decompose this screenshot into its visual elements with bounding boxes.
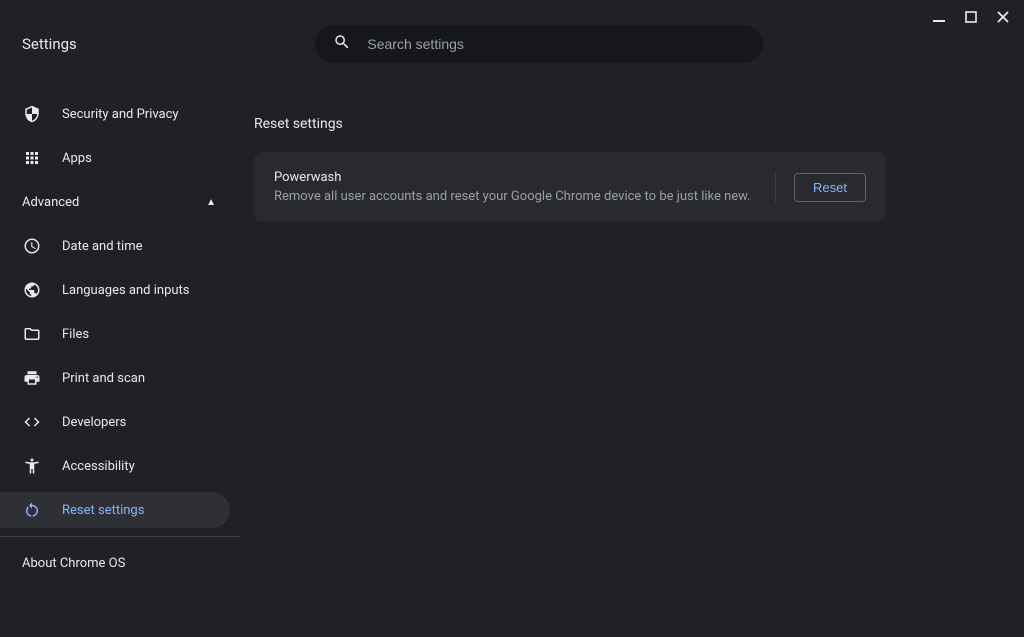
sidebar-item-label: Languages and inputs <box>62 283 190 298</box>
card-title: Powerwash <box>274 170 757 185</box>
sidebar-item-label: Accessibility <box>62 459 135 474</box>
card-description: Remove all user accounts and reset your … <box>274 189 757 204</box>
folder-icon <box>22 324 42 344</box>
search-input[interactable] <box>367 36 745 52</box>
window-controls <box>930 8 1012 26</box>
sidebar-item-label: Files <box>62 327 89 342</box>
advanced-label: Advanced <box>22 195 79 210</box>
reset-icon <box>22 500 42 520</box>
card-divider <box>775 172 776 202</box>
sidebar: Security and Privacy Apps Advanced ▲ Dat… <box>0 88 254 585</box>
search-icon <box>333 33 351 55</box>
header: Settings <box>0 0 1024 88</box>
sidebar-item-label: Security and Privacy <box>62 107 179 122</box>
sidebar-item-reset-settings[interactable]: Reset settings <box>0 492 230 528</box>
sidebar-item-about[interactable]: About Chrome OS <box>0 541 254 585</box>
sidebar-divider <box>0 536 240 537</box>
print-icon <box>22 368 42 388</box>
sidebar-item-label: Developers <box>62 415 126 430</box>
sidebar-item-security[interactable]: Security and Privacy <box>0 92 254 136</box>
page-title: Settings <box>22 35 77 53</box>
maximize-icon[interactable] <box>962 8 980 26</box>
sidebar-item-accessibility[interactable]: Accessibility <box>0 444 254 488</box>
powerwash-card: Powerwash Remove all user accounts and r… <box>254 152 886 222</box>
sidebar-item-label: Reset settings <box>62 503 144 518</box>
accessibility-icon <box>22 456 42 476</box>
shield-icon <box>22 104 42 124</box>
search-box[interactable] <box>315 25 763 63</box>
sidebar-item-label: Date and time <box>62 239 143 254</box>
sidebar-item-apps[interactable]: Apps <box>0 136 254 180</box>
reset-button[interactable]: Reset <box>794 173 866 202</box>
sidebar-item-date-time[interactable]: Date and time <box>0 224 254 268</box>
apps-icon <box>22 148 42 168</box>
sidebar-item-label: Print and scan <box>62 371 145 386</box>
sidebar-item-label: About Chrome OS <box>22 556 125 571</box>
chevron-up-icon: ▲ <box>206 197 216 208</box>
sidebar-item-label: Apps <box>62 151 92 166</box>
content-area: Reset settings Powerwash Remove all user… <box>254 88 1024 585</box>
sidebar-advanced-toggle[interactable]: Advanced ▲ <box>0 180 254 224</box>
sidebar-item-files[interactable]: Files <box>0 312 254 356</box>
close-icon[interactable] <box>994 8 1012 26</box>
section-title: Reset settings <box>254 116 998 132</box>
sidebar-item-languages[interactable]: Languages and inputs <box>0 268 254 312</box>
globe-icon <box>22 280 42 300</box>
card-text: Powerwash Remove all user accounts and r… <box>274 170 757 204</box>
sidebar-item-developers[interactable]: Developers <box>0 400 254 444</box>
minimize-icon[interactable] <box>930 8 948 26</box>
sidebar-item-print[interactable]: Print and scan <box>0 356 254 400</box>
code-icon <box>22 412 42 432</box>
clock-icon <box>22 236 42 256</box>
